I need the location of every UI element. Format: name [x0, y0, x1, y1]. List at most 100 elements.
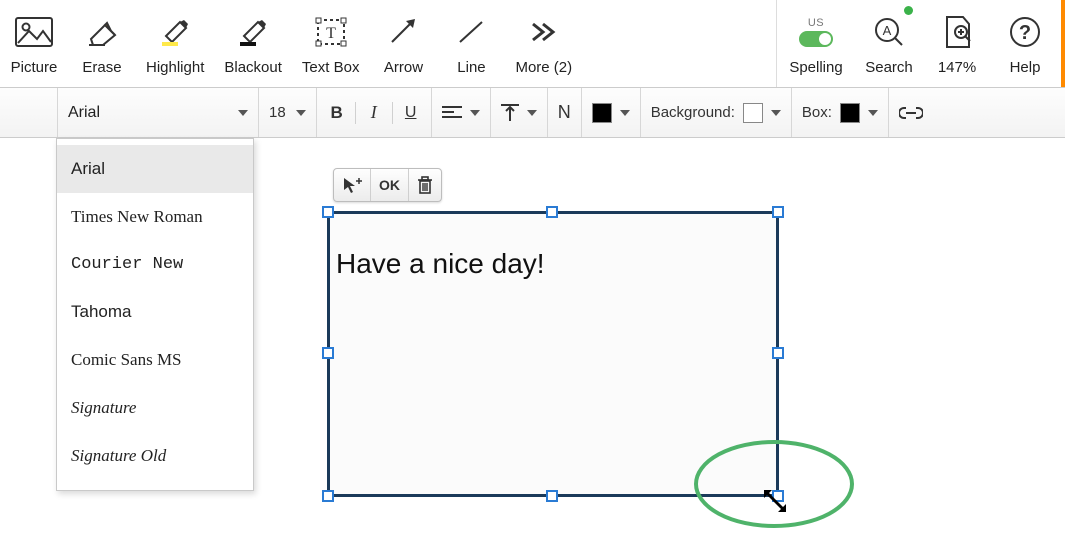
- caret-down-icon: [238, 110, 248, 116]
- picture-tool[interactable]: Picture: [0, 0, 68, 87]
- resize-handle-mr[interactable]: [772, 347, 784, 359]
- font-option-signature-old[interactable]: Signature Old: [57, 432, 253, 480]
- highlight-tool[interactable]: Highlight: [136, 0, 214, 87]
- spelling-label: Spelling: [789, 59, 842, 76]
- toolbar-right-group: US Spelling A Search 147% ? Help: [776, 0, 1065, 87]
- spelling-toggle-icon: US: [799, 13, 833, 51]
- spelling-lang: US: [808, 17, 824, 29]
- underline-button[interactable]: U: [401, 104, 421, 122]
- format-leading-pad: [0, 88, 58, 137]
- italic-button[interactable]: I: [364, 102, 384, 123]
- picture-icon: [15, 13, 53, 51]
- help-tool[interactable]: ? Help: [991, 0, 1059, 87]
- font-size-selector[interactable]: 18: [259, 88, 317, 137]
- color-swatch-white: [743, 103, 763, 123]
- textbox-mini-toolbar: OK: [333, 168, 442, 202]
- more-label: More (2): [515, 59, 572, 76]
- text-color-selector[interactable]: [582, 88, 641, 137]
- trash-icon: [417, 176, 433, 194]
- erase-icon: [85, 13, 119, 51]
- text-box[interactable]: Have a nice day!: [327, 211, 779, 497]
- blackout-icon: [236, 13, 270, 51]
- zoom-icon: [941, 13, 973, 51]
- link-button[interactable]: [889, 88, 933, 137]
- erase-label: Erase: [82, 59, 121, 76]
- box-color-selector[interactable]: Box:: [792, 88, 889, 137]
- arrow-label: Arrow: [384, 59, 423, 76]
- move-handle-button[interactable]: [334, 169, 371, 201]
- font-size-value: 18: [269, 104, 286, 121]
- font-option-comic[interactable]: Comic Sans MS: [57, 336, 253, 384]
- font-option-arial[interactable]: Arial: [57, 145, 253, 193]
- align-left-icon: [442, 105, 462, 121]
- format-toolbar: Arial 18 B I U N Background: Box:: [0, 88, 1065, 138]
- normal-label: N: [558, 102, 571, 123]
- resize-handle-bm[interactable]: [546, 490, 558, 502]
- search-icon: A: [872, 13, 906, 51]
- resize-diagonal-cursor-icon: [762, 488, 788, 514]
- box-label: Box:: [802, 104, 832, 121]
- caret-down-icon: [868, 110, 878, 116]
- help-label: Help: [1010, 59, 1041, 76]
- zoom-tool[interactable]: 147%: [923, 0, 991, 87]
- align-selector[interactable]: [432, 88, 491, 137]
- textbox-label: Text Box: [302, 59, 360, 76]
- textbox-tool[interactable]: T Text Box: [292, 0, 370, 87]
- accent-bar: [1061, 0, 1065, 87]
- background-color-selector[interactable]: Background:: [641, 88, 792, 137]
- caret-down-icon: [470, 110, 480, 116]
- caret-down-icon: [771, 110, 781, 116]
- resize-handle-tl[interactable]: [322, 206, 334, 218]
- resize-handle-tm[interactable]: [546, 206, 558, 218]
- font-option-times[interactable]: Times New Roman: [57, 193, 253, 241]
- font-family-selector[interactable]: Arial: [58, 88, 259, 137]
- resize-handle-tr[interactable]: [772, 206, 784, 218]
- font-dropdown[interactable]: Arial Times New Roman Courier New Tahoma…: [56, 138, 254, 491]
- line-label: Line: [457, 59, 485, 76]
- text-box-content[interactable]: Have a nice day!: [330, 214, 776, 288]
- font-family-value: Arial: [68, 104, 100, 122]
- notification-dot-icon: [904, 6, 913, 15]
- highlight-icon: [158, 13, 192, 51]
- arrow-tool[interactable]: Arrow: [369, 0, 437, 87]
- resize-handle-ml[interactable]: [322, 347, 334, 359]
- search-label: Search: [865, 59, 913, 76]
- more-icon: [529, 13, 559, 51]
- align-top-icon: [501, 103, 519, 123]
- blackout-label: Blackout: [224, 59, 282, 76]
- help-icon: ?: [1008, 13, 1042, 51]
- font-option-courier[interactable]: Courier New: [57, 241, 253, 288]
- erase-tool[interactable]: Erase: [68, 0, 136, 87]
- caret-down-icon: [296, 110, 306, 116]
- background-label: Background:: [651, 104, 735, 121]
- resize-handle-bl[interactable]: [322, 490, 334, 502]
- separator: [355, 102, 356, 124]
- spelling-tool[interactable]: US Spelling: [777, 0, 855, 87]
- ok-button[interactable]: OK: [371, 169, 409, 201]
- bold-button[interactable]: B: [327, 103, 347, 123]
- main-toolbar: Picture Erase Highlight Blackout T Text …: [0, 0, 1065, 88]
- link-icon: [899, 106, 923, 120]
- color-swatch-black: [592, 103, 612, 123]
- canvas[interactable]: Arial Times New Roman Courier New Tahoma…: [0, 138, 1065, 545]
- picture-label: Picture: [11, 59, 58, 76]
- textbox-icon: T: [314, 13, 348, 51]
- delete-button[interactable]: [409, 169, 441, 201]
- more-tool[interactable]: More (2): [505, 0, 582, 87]
- caret-down-icon: [620, 110, 630, 116]
- valign-selector[interactable]: [491, 88, 548, 137]
- svg-text:?: ?: [1019, 22, 1031, 44]
- svg-text:A: A: [883, 23, 892, 38]
- search-tool[interactable]: A Search: [855, 0, 923, 87]
- toggle-on-icon[interactable]: [799, 31, 833, 47]
- font-option-signature[interactable]: Signature: [57, 384, 253, 432]
- text-style-group: B I U: [317, 88, 432, 137]
- zoom-label: 147%: [938, 59, 976, 76]
- arrow-icon: [386, 13, 420, 51]
- caret-down-icon: [527, 110, 537, 116]
- line-tool[interactable]: Line: [437, 0, 505, 87]
- font-option-tahoma[interactable]: Tahoma: [57, 288, 253, 336]
- normal-button[interactable]: N: [548, 88, 582, 137]
- svg-text:T: T: [326, 25, 336, 42]
- blackout-tool[interactable]: Blackout: [214, 0, 292, 87]
